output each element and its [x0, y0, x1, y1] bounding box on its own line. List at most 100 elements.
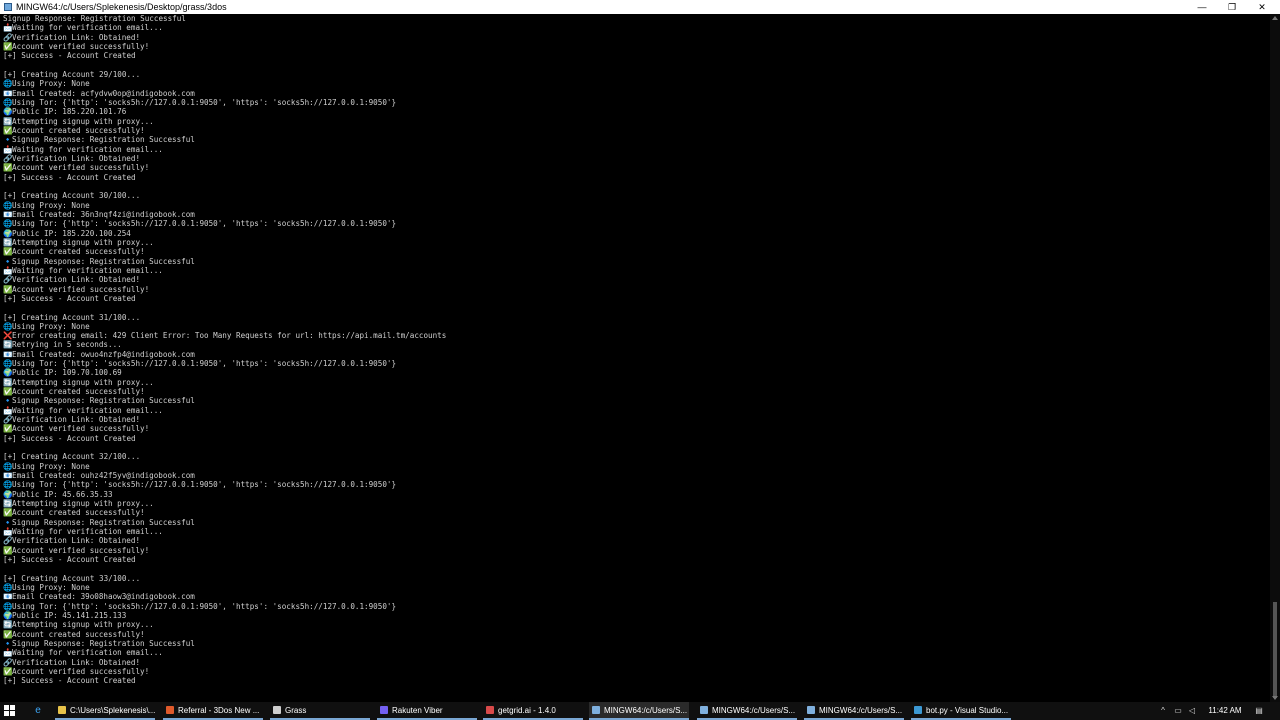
- terminal-line-text: [+] Creating Account 30/100...: [3, 191, 141, 201]
- taskbar-item[interactable]: Referral - 3Dos New ...: [163, 702, 263, 720]
- terminal-line: 🌐Using Tor: {'http': 'socks5h://127.0.0.…: [0, 602, 1270, 611]
- status-emoji-icon: 🔹: [3, 135, 13, 145]
- mingw-app-icon: [4, 3, 12, 11]
- maximize-button[interactable]: ❐: [1218, 0, 1246, 14]
- status-emoji-icon: 📩: [3, 23, 13, 33]
- terminal-line-text: Waiting for verification email...: [12, 527, 163, 537]
- status-emoji-icon: 🔹: [3, 396, 13, 406]
- status-emoji-icon: 📩: [3, 648, 13, 658]
- notifications-icon[interactable]: ▤: [1252, 702, 1266, 720]
- scrollbar-thumb[interactable]: [1273, 602, 1277, 698]
- status-emoji-icon: 🌐: [3, 461, 13, 471]
- status-emoji-icon: 🔹: [3, 517, 13, 527]
- status-emoji-icon: 🔄: [3, 340, 13, 350]
- minimize-button[interactable]: —: [1188, 0, 1216, 14]
- terminal-line-text: Account verified successfully!: [12, 424, 150, 434]
- taskbar-app-icon: [58, 706, 66, 714]
- terminal-line-text: [+] Success - Account Created: [3, 555, 136, 565]
- volume-icon[interactable]: ◁: [1186, 702, 1198, 720]
- terminal-line-text: Account created successfully!: [12, 629, 145, 639]
- scroll-up-icon[interactable]: [1272, 16, 1278, 20]
- taskbar-item[interactable]: C:\Users\Splekenesis\...: [55, 702, 155, 720]
- terminal-line: [+] Success - Account Created: [0, 294, 1270, 303]
- terminal-line: ✅Account verified successfully!: [0, 546, 1270, 555]
- terminal-line: 📧Email Created: acfydvw0op@indigobook.co…: [0, 89, 1270, 98]
- status-emoji-icon: ✅: [3, 41, 13, 51]
- terminal-line: 🌐Using Proxy: None: [0, 79, 1270, 88]
- terminal-line-text: [+] Creating Account 33/100...: [3, 573, 141, 583]
- taskbar-item[interactable]: MINGW64:/c/Users/S...: [804, 702, 904, 720]
- status-emoji-icon: 🔗: [3, 153, 13, 163]
- terminal-line: Signup Response: Registration Successful: [0, 14, 1270, 23]
- terminal-line-text: Signup Response: Registration Successful: [12, 396, 195, 406]
- terminal-line: ✅Account verified successfully!: [0, 42, 1270, 51]
- terminal-line: 🔗Verification Link: Obtained!: [0, 658, 1270, 667]
- terminal-line-text: Signup Response: Registration Successful: [12, 256, 195, 266]
- tray-overflow-chevron-icon[interactable]: ^: [1157, 702, 1169, 720]
- taskbar-app-icon: [166, 706, 174, 714]
- terminal-line-text: Public IP: 185.220.101.76: [12, 107, 127, 117]
- edge-browser-icon[interactable]: e: [27, 702, 49, 720]
- taskbar-item[interactable]: bot.py - Visual Studio...: [911, 702, 1011, 720]
- status-emoji-icon: 🌐: [3, 480, 13, 490]
- status-emoji-icon: 🌐: [3, 79, 13, 89]
- terminal-scrollbar[interactable]: [1270, 14, 1280, 702]
- scroll-down-icon[interactable]: [1272, 696, 1278, 700]
- terminal-line: 🔹Signup Response: Registration Successfu…: [0, 396, 1270, 405]
- terminal-line: [+] Creating Account 30/100...: [0, 191, 1270, 200]
- terminal-line-text: Waiting for verification email...: [12, 23, 163, 33]
- taskbar-item[interactable]: Rakuten Viber: [377, 702, 477, 720]
- taskbar-app-icon: [700, 706, 708, 714]
- network-icon[interactable]: ▭: [1172, 702, 1184, 720]
- status-emoji-icon: 🔹: [3, 638, 13, 648]
- taskbar-item[interactable]: MINGW64:/c/Users/S...: [697, 702, 797, 720]
- terminal-line-text: Verification Link: Obtained!: [12, 153, 141, 163]
- status-emoji-icon: ✅: [3, 387, 13, 397]
- taskbar-item[interactable]: MINGW64:/c/Users/S...: [589, 702, 689, 720]
- terminal-line: 📩Waiting for verification email...: [0, 406, 1270, 415]
- terminal-line: 🌐Using Tor: {'http': 'socks5h://127.0.0.…: [0, 219, 1270, 228]
- status-emoji-icon: ✅: [3, 284, 13, 294]
- terminal-line: ❌Error creating email: 429 Client Error:…: [0, 331, 1270, 340]
- terminal-line: 🌍Public IP: 109.70.100.69: [0, 368, 1270, 377]
- status-emoji-icon: 🔹: [3, 256, 13, 266]
- taskbar-item-label: Referral - 3Dos New ...: [178, 706, 260, 715]
- taskbar-item[interactable]: getgrid.ai - 1.4.0: [483, 702, 583, 720]
- status-emoji-icon: ❌: [3, 331, 13, 341]
- terminal-line: [+] Creating Account 33/100...: [0, 574, 1270, 583]
- status-emoji-icon: 🌐: [3, 97, 13, 107]
- terminal-line: 🌐Using Proxy: None: [0, 201, 1270, 210]
- terminal-line-text: Attempting signup with proxy...: [12, 499, 154, 509]
- status-emoji-icon: 📧: [3, 592, 13, 602]
- terminal-line: 🌐Using Proxy: None: [0, 322, 1270, 331]
- taskbar-item[interactable]: Grass: [270, 702, 370, 720]
- terminal-output[interactable]: Signup Response: Registration Successful…: [0, 14, 1270, 702]
- terminal-line-text: Public IP: 45.66.35.33: [12, 489, 113, 499]
- terminal-line: 🌐Using Tor: {'http': 'socks5h://127.0.0.…: [0, 98, 1270, 107]
- terminal-line: 🔄Attempting signup with proxy...: [0, 117, 1270, 126]
- terminal-line: [+] Success - Account Created: [0, 676, 1270, 685]
- terminal-line-text: Attempting signup with proxy...: [12, 237, 154, 247]
- status-emoji-icon: 📧: [3, 88, 13, 98]
- taskbar-clock[interactable]: 11:42 AM: [1200, 702, 1250, 720]
- terminal-line-text: Public IP: 45.141.215.133: [12, 611, 127, 620]
- windows-start-icon[interactable]: [4, 705, 16, 717]
- terminal-line-text: Signup Response: Registration Successful: [3, 14, 186, 23]
- status-emoji-icon: 🌐: [3, 321, 13, 331]
- terminal-line-text: Verification Link: Obtained!: [12, 415, 141, 425]
- terminal-line: 🔄Attempting signup with proxy...: [0, 620, 1270, 629]
- terminal-line: ✅Account created successfully!: [0, 387, 1270, 396]
- status-emoji-icon: ✅: [3, 508, 13, 518]
- terminal-line-text: Account verified successfully!: [12, 41, 150, 51]
- close-button[interactable]: ✕: [1248, 0, 1276, 14]
- terminal-line: 🔄Attempting signup with proxy...: [0, 238, 1270, 247]
- windows-taskbar: e C:\Users\Splekenesis\... Referral - 3Do…: [0, 702, 1280, 720]
- status-emoji-icon: 🔗: [3, 536, 13, 546]
- status-emoji-icon: 🔄: [3, 377, 13, 387]
- taskbar-app-icon: [807, 706, 815, 714]
- status-emoji-icon: ✅: [3, 125, 13, 135]
- status-emoji-icon: ✅: [3, 666, 13, 676]
- terminal-line-text: Verification Link: Obtained!: [12, 32, 141, 42]
- status-emoji-icon: 🌍: [3, 611, 13, 620]
- taskbar-item-label: C:\Users\Splekenesis\...: [70, 706, 155, 715]
